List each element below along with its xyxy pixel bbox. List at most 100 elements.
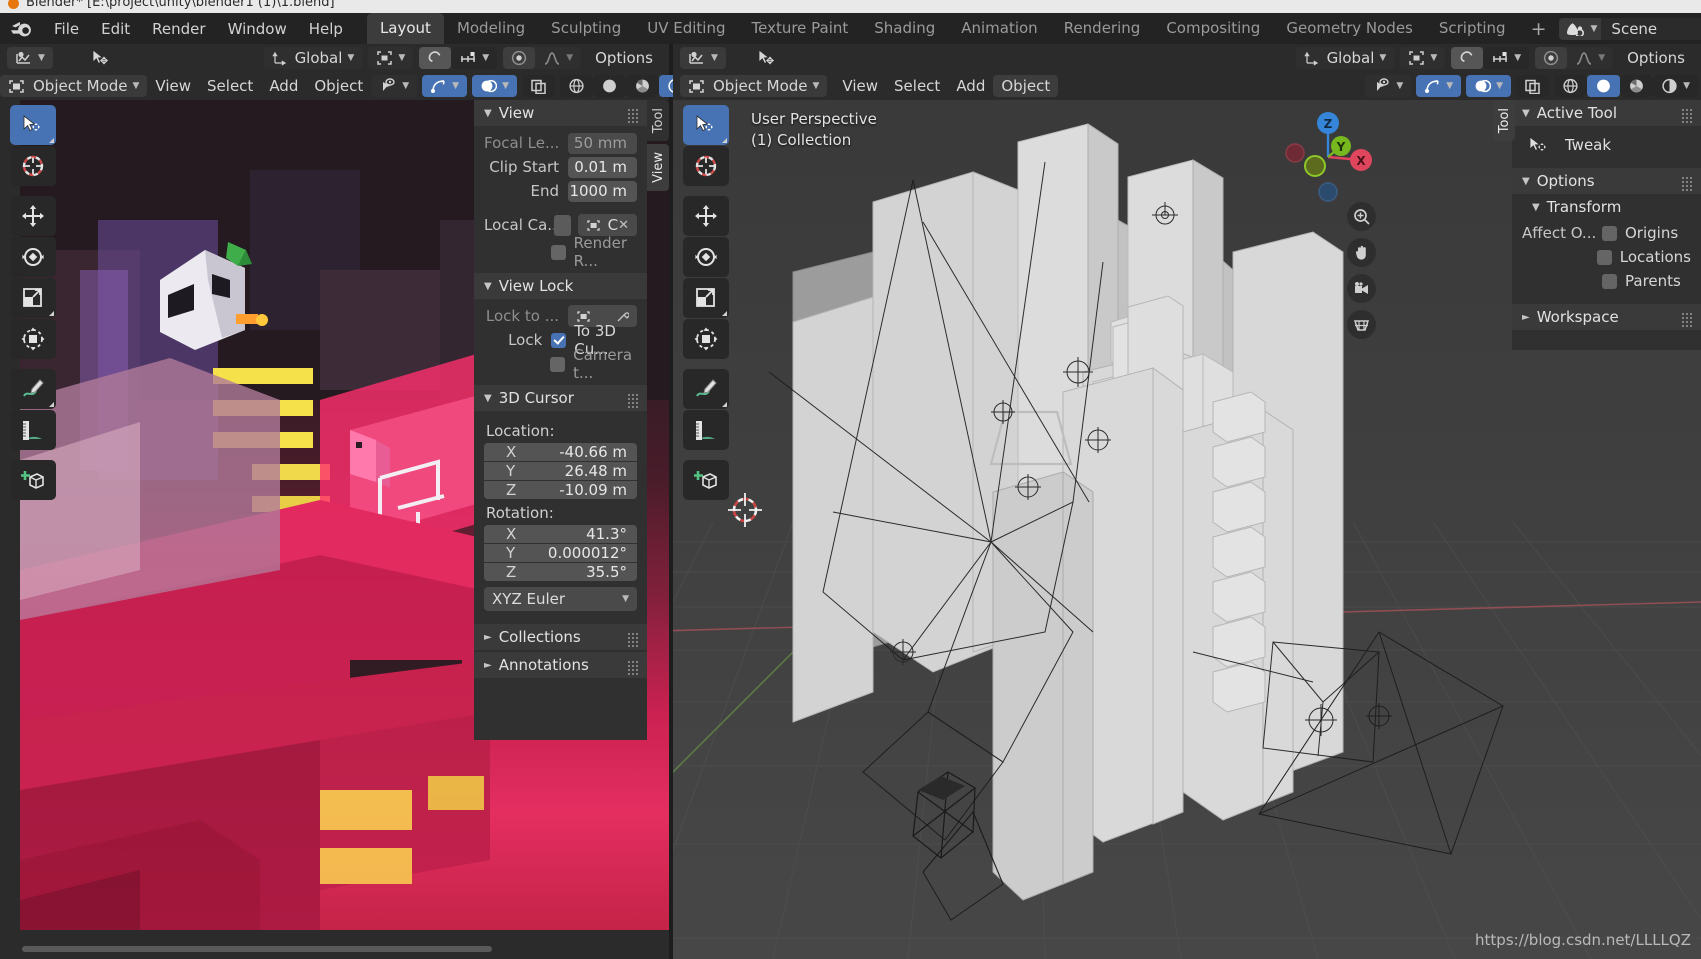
affect-origins-checkbox[interactable]	[1602, 225, 1617, 241]
rotate-tool[interactable]	[10, 237, 56, 277]
show-gizmo-icon[interactable]: ▼	[371, 75, 418, 97]
left-gizmo-group[interactable]: ▼	[422, 75, 468, 97]
add-workspace-button[interactable]: +	[1519, 13, 1559, 44]
move-tool[interactable]	[683, 196, 729, 236]
workspace-section-header[interactable]: ► Workspace	[1512, 304, 1701, 330]
workspace-tab-compositing[interactable]: Compositing	[1153, 13, 1273, 44]
magnet-icon[interactable]	[1451, 47, 1484, 69]
right-editor-type-button[interactable]: ▼	[680, 47, 726, 69]
scale-tool[interactable]	[683, 278, 729, 318]
right-menu-object[interactable]: Object	[993, 75, 1059, 97]
eyedropper-icon[interactable]	[616, 310, 629, 323]
material-preview-icon[interactable]	[625, 75, 659, 97]
show-gizmo-icon[interactable]: ▼	[1365, 75, 1412, 97]
menu-file[interactable]: File	[43, 17, 90, 41]
cursor-rotation-y[interactable]: Y 0.000012°	[484, 544, 637, 562]
right-shading-modes[interactable]: ▼	[1554, 75, 1698, 97]
options-section-header[interactable]: ▼ Options	[1512, 168, 1701, 194]
blender-logo-icon[interactable]	[9, 18, 35, 40]
affect-locations-checkbox[interactable]	[1596, 249, 1612, 265]
snap-to-increment-icon[interactable]: ▼	[1483, 47, 1530, 69]
right-menu-view[interactable]: View	[834, 75, 886, 97]
transform-tool[interactable]	[683, 319, 729, 359]
zoom-icon[interactable]	[1347, 202, 1376, 231]
overlays-icon[interactable]: ▼	[1466, 75, 1512, 97]
gizmo-icon[interactable]: ▼	[422, 75, 468, 97]
scene-selector[interactable]: ▼ Scene	[1558, 17, 1701, 40]
move-tool[interactable]	[10, 196, 56, 236]
cursor-tool[interactable]	[10, 146, 56, 186]
drag-grip-icon[interactable]	[1681, 312, 1693, 327]
tweak-tool[interactable]	[10, 105, 56, 145]
drag-grip-icon[interactable]	[627, 108, 639, 123]
workspace-tab-uv-editing[interactable]: UV Editing	[634, 13, 738, 44]
right-menu-add[interactable]: Add	[948, 75, 993, 97]
transform-tool[interactable]	[10, 319, 56, 359]
gizmo-icon[interactable]: ▼	[1416, 75, 1462, 97]
left-options-button[interactable]: Options	[587, 47, 661, 69]
right-show-gizmo-group[interactable]: ▼	[1365, 75, 1412, 97]
right-snap-group[interactable]: ▼	[1451, 47, 1530, 69]
workspace-tab-animation[interactable]: Animation	[948, 13, 1050, 44]
add-cube-tool[interactable]	[683, 460, 729, 500]
falloff-curve-icon[interactable]: ▼	[1567, 47, 1614, 69]
cursor-location-y[interactable]: Y 26.48 m	[484, 462, 637, 480]
collections-section-header[interactable]: ► Collections	[474, 624, 647, 650]
annotate-tool[interactable]	[10, 369, 56, 409]
cursor-location-x[interactable]: X -40.66 m	[484, 443, 637, 461]
workspace-tab-rendering[interactable]: Rendering	[1051, 13, 1154, 44]
camera-view-icon[interactable]	[1347, 274, 1376, 303]
cursor-rotation-z[interactable]: Z 35.5°	[484, 563, 637, 581]
local-camera-field[interactable]: C ✕	[577, 214, 637, 236]
annotations-section-header[interactable]: ► Annotations	[474, 652, 647, 678]
affect-parents-checkbox[interactable]	[1602, 273, 1617, 289]
left-menu-select[interactable]: Select	[199, 75, 261, 97]
horizontal-scrollbar[interactable]	[22, 946, 492, 952]
workspace-tab-texture-paint[interactable]: Texture Paint	[738, 13, 861, 44]
right-mode-selector[interactable]: Object Mode ▼	[680, 75, 828, 97]
navigation-gizmo[interactable]: Z Y X	[1273, 102, 1383, 212]
measure-tool[interactable]	[10, 410, 56, 450]
lock-3d-cursor-checkbox[interactable]	[551, 332, 567, 348]
solid-shading-icon[interactable]	[1587, 75, 1621, 97]
proportional-edit-icon[interactable]	[503, 47, 536, 69]
right-overlays-group[interactable]: ▼	[1466, 75, 1512, 97]
left-snap-group[interactable]: ▼	[419, 47, 498, 69]
render-region-checkbox[interactable]	[550, 244, 566, 260]
left-menu-view[interactable]: View	[147, 75, 199, 97]
left-overlays-group[interactable]: ▼	[472, 75, 517, 97]
toggle-xray-icon[interactable]	[521, 75, 555, 97]
add-cube-tool[interactable]	[10, 460, 56, 500]
focal-length-field[interactable]: 50 mm	[568, 132, 637, 154]
menu-render[interactable]: Render	[141, 17, 216, 41]
menu-help[interactable]: Help	[298, 17, 354, 41]
left-mode-selector[interactable]: Object Mode ▼	[0, 75, 148, 97]
annotate-tool[interactable]	[683, 369, 729, 409]
left-menu-object[interactable]: Object	[306, 75, 371, 97]
workspace-tab-geometry-nodes[interactable]: Geometry Nodes	[1273, 13, 1426, 44]
scene-name-field[interactable]: Scene	[1601, 20, 1701, 38]
tweak-tool[interactable]	[683, 105, 729, 145]
left-show-gizmo-group[interactable]: ▼	[371, 75, 418, 97]
right-proportional-group[interactable]: ▼	[1535, 47, 1614, 69]
falloff-curve-icon[interactable]: ▼	[535, 47, 582, 69]
left-snap-target-button[interactable]: ▼	[368, 47, 414, 69]
snap-to-increment-icon[interactable]: ▼	[451, 47, 498, 69]
right-menu-select[interactable]: Select	[886, 75, 948, 97]
drag-grip-icon[interactable]	[627, 660, 639, 675]
material-preview-icon[interactable]	[1620, 75, 1654, 97]
clip-end-field[interactable]: 1000 m	[568, 180, 637, 202]
right-options-button[interactable]: Options	[1619, 47, 1693, 69]
right-tweak-cursor-icon[interactable]	[748, 47, 786, 69]
cursor-rotation-x[interactable]: X 41.3°	[484, 525, 637, 543]
right-snap-target-button[interactable]: ▼	[1400, 47, 1446, 69]
side-panel-tab-view[interactable]: View	[647, 144, 669, 192]
workspace-tab-scripting[interactable]: Scripting	[1426, 13, 1519, 44]
local-camera-toggle[interactable]	[553, 214, 571, 236]
drag-grip-icon[interactable]	[1681, 176, 1693, 191]
left-menu-add[interactable]: Add	[261, 75, 306, 97]
active-tool-section-header[interactable]: ▼ Active Tool	[1512, 100, 1701, 126]
pan-hand-icon[interactable]	[1347, 238, 1376, 267]
scale-tool[interactable]	[10, 278, 56, 318]
left-proportional-group[interactable]: ▼	[503, 47, 582, 69]
